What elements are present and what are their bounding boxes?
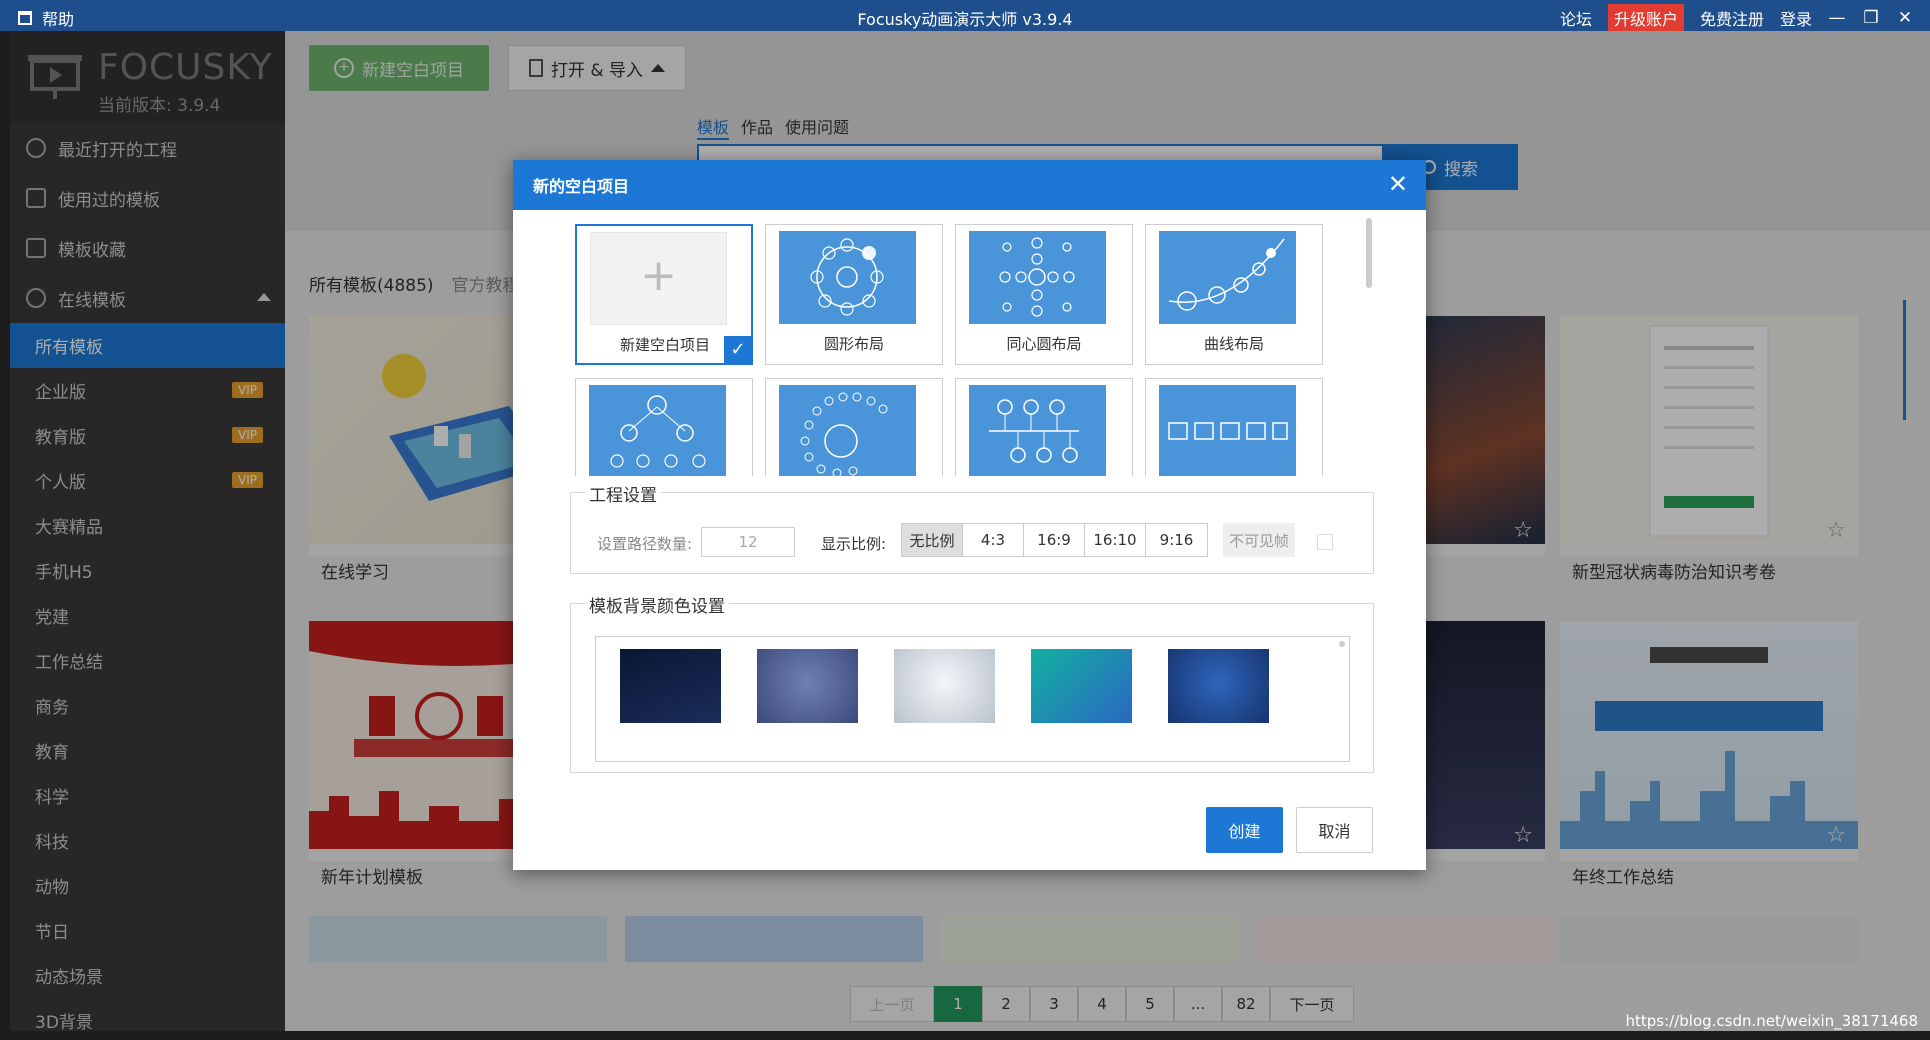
project-settings-legend: 工程设置	[585, 481, 661, 506]
curve-layout-thumbnail	[1159, 231, 1296, 324]
layout-scrollbar[interactable]	[1366, 218, 1372, 288]
ratio-option-4-3[interactable]: 4:3	[963, 524, 1024, 556]
register-link[interactable]: 免费注册	[1700, 6, 1764, 30]
layout-label: 曲线布局	[1203, 335, 1264, 353]
forum-link[interactable]: 论坛	[1560, 6, 1592, 30]
ratio-option-16-10[interactable]: 16:10	[1085, 524, 1146, 556]
color-swatch[interactable]	[1168, 649, 1269, 723]
circle-layout-thumbnail	[779, 231, 916, 324]
new-project-dialog: 新的空白项目 ✕ + 新建空白项目 ✓ 圆形布局 同心圆布局 曲线布局 工程设置…	[513, 160, 1426, 870]
layout-option-branch[interactable]	[955, 378, 1133, 476]
help-label: 帮助	[42, 10, 75, 29]
background-color-group: 模板背景颜色设置	[570, 592, 1374, 773]
background-color-legend: 模板背景颜色设置	[585, 592, 729, 617]
create-button[interactable]: 创建	[1206, 807, 1283, 853]
dialog-header: 新的空白项目	[513, 160, 1426, 210]
concentric-layout-thumbnail	[969, 231, 1106, 324]
dialog-title: 新的空白项目	[533, 177, 630, 196]
restore-icon[interactable]: ❐	[1862, 8, 1880, 28]
invisible-frame-label: 不可见帧	[1223, 523, 1295, 557]
color-swatch[interactable]	[620, 649, 721, 723]
color-swatch[interactable]	[894, 649, 995, 723]
invisible-frame-checkbox[interactable]	[1317, 534, 1333, 550]
close-icon[interactable]: ✕	[1388, 170, 1408, 198]
layout-label: 圆形布局	[823, 335, 884, 353]
watermark-url: https://blog.csdn.net/weixin_38171468	[1625, 1012, 1918, 1030]
ratio-selector: 无比例 4:3 16:9 16:10 9:16	[901, 523, 1208, 557]
layout-grid: + 新建空白项目 ✓ 圆形布局 同心圆布局 曲线布局	[575, 224, 1335, 476]
branch-layout-thumbnail	[969, 385, 1106, 476]
color-swatch[interactable]	[1031, 649, 1132, 723]
layout-option-circle[interactable]: 圆形布局	[765, 224, 943, 365]
ratio-option-9-16[interactable]: 9:16	[1146, 524, 1207, 556]
cancel-button[interactable]: 取消	[1296, 807, 1373, 853]
ratio-option-16-9[interactable]: 16:9	[1024, 524, 1085, 556]
upgrade-button[interactable]: 升级账户	[1607, 4, 1684, 32]
tree-layout-thumbnail	[589, 385, 726, 476]
path-count-label: 设置路径数量:	[597, 535, 693, 553]
layout-option-linear[interactable]	[1145, 378, 1323, 476]
layout-option-tree[interactable]	[575, 378, 753, 476]
color-swatch[interactable]	[757, 649, 858, 723]
spiral-layout-thumbnail	[779, 385, 916, 476]
layout-option-spiral[interactable]	[765, 378, 943, 476]
app-icon	[18, 11, 32, 25]
path-count-input[interactable]: 12	[701, 527, 795, 557]
title-bar: 帮助 Focusky动画演示大师 v3.9.4 论坛 升级账户 免费注册 登录 …	[0, 0, 1930, 32]
ratio-label: 显示比例:	[821, 535, 887, 553]
layout-option-curve[interactable]: 曲线布局	[1145, 224, 1323, 365]
login-link[interactable]: 登录	[1780, 6, 1812, 30]
ratio-option-none[interactable]: 无比例	[902, 524, 963, 556]
layout-label: 同心圆布局	[1006, 335, 1082, 353]
plus-icon: +	[590, 232, 727, 325]
project-settings-group: 工程设置 设置路径数量: 12 显示比例: 无比例 4:3 16:9 16:10…	[570, 481, 1374, 574]
linear-layout-thumbnail	[1159, 385, 1296, 476]
help-menu[interactable]: 帮助	[18, 6, 74, 30]
checkmark-icon: ✓	[724, 336, 752, 364]
layout-option-blank[interactable]: + 新建空白项目 ✓	[575, 224, 753, 365]
swatch-scrollbar[interactable]	[1339, 641, 1345, 647]
close-window-icon[interactable]: ✕	[1896, 8, 1914, 28]
minimize-icon[interactable]: —	[1828, 8, 1846, 28]
color-swatch-panel	[595, 636, 1350, 762]
layout-option-concentric[interactable]: 同心圆布局	[955, 224, 1133, 365]
